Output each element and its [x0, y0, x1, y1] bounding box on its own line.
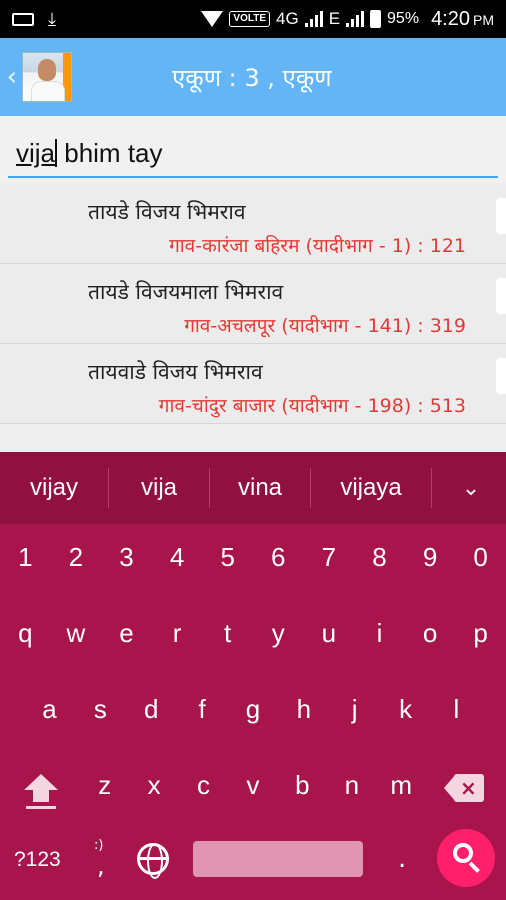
suggestion-2[interactable]: vija	[109, 474, 209, 502]
results-list: तायडे विजय भिमराव गाव-कारंजा बहिरम (यादी…	[0, 184, 506, 424]
search-icon	[453, 843, 473, 863]
key-1[interactable]: 1	[5, 542, 45, 573]
letter-row-3: z x c v b n m	[0, 770, 506, 801]
key-k[interactable]: k	[386, 694, 426, 725]
key-q[interactable]: q	[5, 618, 45, 649]
comma-key[interactable]: :) ,	[92, 838, 112, 880]
search-text-rest: bhim tay	[57, 138, 163, 168]
symbols-key[interactable]: ?123	[14, 848, 61, 872]
key-m[interactable]: m	[381, 770, 421, 801]
download-icon: ⤓	[48, 8, 56, 29]
emoji-hint: :)	[94, 838, 104, 853]
list-item[interactable]: तायडे विजय भिमराव गाव-कारंजा बहिरम (यादी…	[0, 184, 506, 264]
key-o[interactable]: o	[410, 618, 450, 649]
clock: 4:20 PM	[431, 7, 494, 30]
volte-badge: VOLTE	[229, 11, 270, 27]
voter-name: तायडे विजय भिमराव	[88, 200, 246, 224]
key-w[interactable]: w	[56, 618, 96, 649]
key-v[interactable]: v	[233, 770, 273, 801]
letter-row-1: q w e r t y u i o p	[0, 618, 506, 649]
voter-name: तायडे विजयमाला भिमराव	[88, 280, 284, 304]
key-y[interactable]: y	[258, 618, 298, 649]
key-u[interactable]: u	[309, 618, 349, 649]
search-input[interactable]: vija bhim tay	[16, 138, 163, 169]
key-8[interactable]: 8	[359, 542, 399, 573]
key-i[interactable]: i	[359, 618, 399, 649]
list-item[interactable]: तायडे विजयमाला भिमराव गाव-अचलपूर (यादीभा…	[0, 264, 506, 344]
back-chevron-icon[interactable]: ‹	[2, 62, 22, 92]
item-edge-marker	[496, 358, 506, 394]
voter-name: तायवाडे विजय भिमराव	[88, 360, 263, 384]
backspace-icon[interactable]: ×	[444, 774, 484, 802]
keyboard-notification-icon	[12, 12, 34, 26]
suggestion-divider	[431, 468, 432, 508]
suggestion-4[interactable]: vijaya	[311, 474, 431, 502]
globe-icon[interactable]	[137, 843, 169, 879]
key-b[interactable]: b	[282, 770, 322, 801]
network-e-label: E	[328, 9, 341, 28]
avatar[interactable]	[22, 52, 72, 102]
key-z[interactable]: z	[85, 770, 125, 801]
search-underline	[8, 176, 498, 178]
key-5[interactable]: 5	[208, 542, 248, 573]
suggestion-strip: vijay vija vina vijaya ⌄	[0, 452, 506, 524]
key-3[interactable]: 3	[106, 542, 146, 573]
key-9[interactable]: 9	[410, 542, 450, 573]
key-s[interactable]: s	[80, 694, 120, 725]
key-j[interactable]: j	[335, 694, 375, 725]
key-f[interactable]: f	[182, 694, 222, 725]
key-7[interactable]: 7	[309, 542, 349, 573]
voter-detail: गाव-अचलपूर (यादीभाग - 141) : 319	[184, 315, 466, 337]
signal-icon	[304, 11, 323, 27]
battery-percent: 95%	[387, 10, 420, 27]
space-bar[interactable]	[193, 841, 363, 877]
status-bar: ⤓ VOLTE 4G E 95% 4:20 PM	[0, 0, 506, 38]
item-edge-marker	[496, 198, 506, 234]
app-bar: ‹ एकूण : 3 , एकूण	[0, 38, 506, 116]
page-title: एकूण : 3 , एकूण	[172, 63, 332, 92]
key-x[interactable]: x	[134, 770, 174, 801]
number-row: 1 2 3 4 5 6 7 8 9 0	[0, 542, 506, 573]
key-n[interactable]: n	[332, 770, 372, 801]
key-l[interactable]: l	[436, 694, 476, 725]
key-t[interactable]: t	[208, 618, 248, 649]
key-g[interactable]: g	[233, 694, 273, 725]
suggestion-1[interactable]: vijay	[0, 474, 108, 502]
key-h[interactable]: h	[284, 694, 324, 725]
item-edge-marker	[496, 278, 506, 314]
signal-icon-2	[346, 11, 365, 27]
search-key[interactable]	[437, 829, 495, 887]
key-2[interactable]: 2	[56, 542, 96, 573]
key-0[interactable]: 0	[461, 542, 501, 573]
key-a[interactable]: a	[29, 694, 69, 725]
battery-icon	[370, 10, 382, 28]
period-key[interactable]: .	[398, 844, 406, 874]
key-e[interactable]: e	[106, 618, 146, 649]
key-6[interactable]: 6	[258, 542, 298, 573]
network-type: 4G	[276, 9, 299, 28]
key-r[interactable]: r	[157, 618, 197, 649]
key-c[interactable]: c	[184, 770, 224, 801]
search-field[interactable]: vija bhim tay	[0, 116, 506, 182]
list-item[interactable]: तायवाडे विजय भिमराव गाव-चांदुर बाजार (या…	[0, 344, 506, 424]
letter-row-2: a s d f g h j k l	[0, 694, 506, 725]
suggestion-3[interactable]: vina	[210, 474, 310, 502]
wifi-icon	[201, 11, 224, 27]
key-4[interactable]: 4	[157, 542, 197, 573]
voter-detail: गाव-चांदुर बाजार (यादीभाग - 198) : 513	[158, 395, 466, 417]
composing-word: vija	[16, 138, 56, 168]
voter-detail: गाव-कारंजा बहिरम (यादीभाग - 1) : 121	[169, 235, 466, 257]
soft-keyboard: vijay vija vina vijaya ⌄ 1 2 3 4 5 6 7 8…	[0, 452, 506, 900]
key-p[interactable]: p	[461, 618, 501, 649]
comma-label: ,	[97, 852, 105, 880]
key-d[interactable]: d	[131, 694, 171, 725]
chevron-down-icon[interactable]: ⌄	[436, 475, 506, 501]
